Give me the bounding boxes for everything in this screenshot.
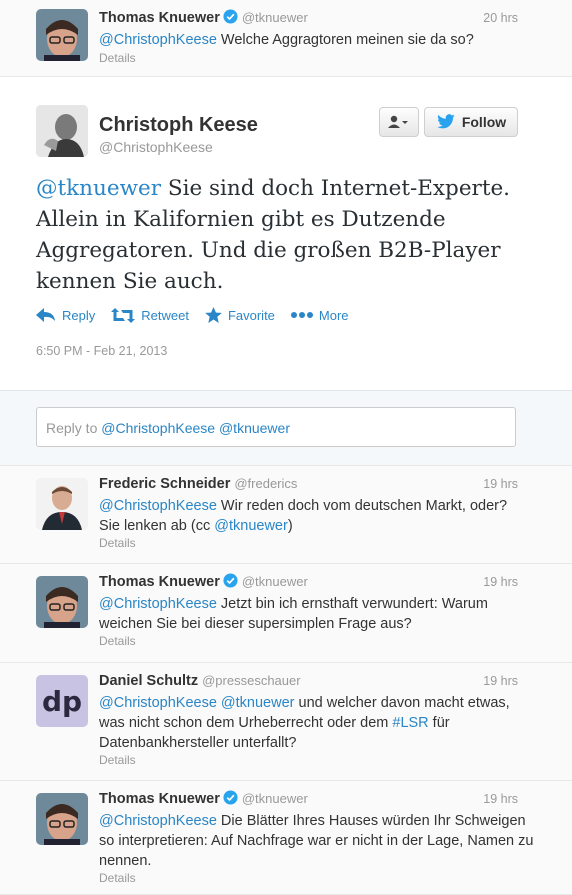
mention-link[interactable]: @ChristophKeese <box>99 498 217 514</box>
avatar[interactable] <box>36 576 88 628</box>
tweet-timestamp[interactable]: 6:50 PM - Feb 21, 2013 <box>36 344 167 358</box>
avatar[interactable] <box>36 9 88 61</box>
fullname[interactable]: Thomas Knuewer <box>99 10 220 26</box>
tweet-text: @ChristophKeese Die Blätter Ihres Hauses… <box>99 813 534 869</box>
reply-tweet[interactable]: Thomas Knuewer @tknuewer 19 hrs @Christop… <box>0 781 572 895</box>
details-link[interactable]: Details <box>99 634 136 648</box>
tweet-header: Daniel Schultz @presseschauer <box>99 672 301 690</box>
reply-icon <box>36 308 55 322</box>
retweet-icon <box>111 307 136 323</box>
more-icon <box>290 312 313 318</box>
mention-link[interactable]: @ChristophKeese <box>99 596 217 612</box>
bird-icon <box>437 114 455 129</box>
reply-tweet[interactable]: Frederic Schneider @frederics 19 hrs @Chr… <box>0 466 572 564</box>
mention-link[interactable]: @tknuewer <box>217 695 295 711</box>
main-tweet: Christoph Keese @ChristophKeese Follow @… <box>0 77 572 391</box>
fullname[interactable]: Daniel Schultz <box>99 673 198 689</box>
tweet-text: @ChristophKeese @tknuewer und welcher da… <box>99 695 510 751</box>
tweet-header: Thomas Knuewer @tknuewer <box>99 573 308 593</box>
fullname[interactable]: Christoph Keese <box>99 114 258 137</box>
favorite-action[interactable]: Favorite <box>205 307 275 323</box>
avatar[interactable]: dp <box>36 675 88 727</box>
username[interactable]: @ChristophKeese <box>99 139 213 155</box>
tweet-text: @ChristophKeese Jetzt bin ich ernsthaft … <box>99 596 488 632</box>
details-link[interactable]: Details <box>99 753 136 767</box>
avatar[interactable] <box>36 793 88 845</box>
tweet-header: Frederic Schneider @frederics <box>99 475 297 493</box>
reply-action[interactable]: Reply <box>36 308 95 323</box>
mention-link[interactable]: @ChristophKeese <box>99 813 217 829</box>
username[interactable]: @tknuewer <box>242 574 308 589</box>
details-link[interactable]: Details <box>99 871 136 885</box>
avatar-initials: dp <box>41 684 83 718</box>
username[interactable]: @tknuewer <box>242 791 308 806</box>
mention-link[interactable]: @ChristophKeese <box>99 32 217 48</box>
star-icon <box>205 307 222 323</box>
username[interactable]: @presseschauer <box>202 673 300 688</box>
tweet-time[interactable]: 19 hrs <box>483 792 518 806</box>
retweet-action[interactable]: Retweet <box>111 307 189 323</box>
username[interactable]: @frederics <box>234 476 297 491</box>
tweet-body: @tknuewer Sie sind doch Internet-Experte… <box>36 176 511 294</box>
verified-badge-icon <box>223 573 238 593</box>
username[interactable]: @tknuewer <box>242 10 308 25</box>
tweet-text: @ChristophKeese Wir reden doch vom deuts… <box>99 498 508 534</box>
reply-box-container: Reply to @ChristophKeese @tknuewer <box>0 391 572 466</box>
mention-link[interactable]: @ChristophKeese <box>99 695 217 711</box>
reply-tweet[interactable]: dp Daniel Schultz @presseschauer 19 hrs @… <box>0 663 572 781</box>
details-link[interactable]: Details <box>99 536 136 550</box>
user-dropdown-button[interactable] <box>379 107 419 137</box>
fullname[interactable]: Thomas Knuewer <box>99 574 220 590</box>
user-icon <box>388 115 408 128</box>
mention-link[interactable]: @tknuewer <box>36 176 161 201</box>
tweet-header: Thomas Knuewer @tknuewer <box>99 9 308 29</box>
tweet-time[interactable]: 19 hrs <box>483 477 518 491</box>
hashtag-link[interactable]: #LSR <box>392 715 428 731</box>
fullname[interactable]: Frederic Schneider <box>99 476 230 492</box>
tweet-time[interactable]: 19 hrs <box>483 674 518 688</box>
tweet-time[interactable]: 19 hrs <box>483 575 518 589</box>
tweet-header: Thomas Knuewer @tknuewer <box>99 790 308 810</box>
follow-label: Follow <box>461 114 507 130</box>
avatar[interactable] <box>36 478 88 530</box>
fullname[interactable]: Thomas Knuewer <box>99 791 220 807</box>
verified-badge-icon <box>223 790 238 810</box>
reply-tweet[interactable]: Thomas Knuewer @tknuewer 19 hrs @Christop… <box>0 564 572 663</box>
tweet-top[interactable]: Thomas Knuewer @tknuewer 20 hrs @Christop… <box>0 0 572 77</box>
tweet-text: @ChristophKeese Welche Aggragtoren meine… <box>99 32 474 48</box>
tweet-actions: Reply Retweet Favorite More <box>36 307 365 323</box>
details-link[interactable]: Details <box>99 51 136 65</box>
mention-link[interactable]: @tknuewer <box>214 518 288 534</box>
tweet-time[interactable]: 20 hrs <box>483 11 518 25</box>
more-action[interactable]: More <box>290 308 349 323</box>
follow-button[interactable]: Follow <box>424 107 518 137</box>
avatar[interactable] <box>36 105 88 157</box>
verified-badge-icon <box>223 9 238 29</box>
reply-input[interactable]: Reply to @ChristophKeese @tknuewer <box>36 407 516 447</box>
